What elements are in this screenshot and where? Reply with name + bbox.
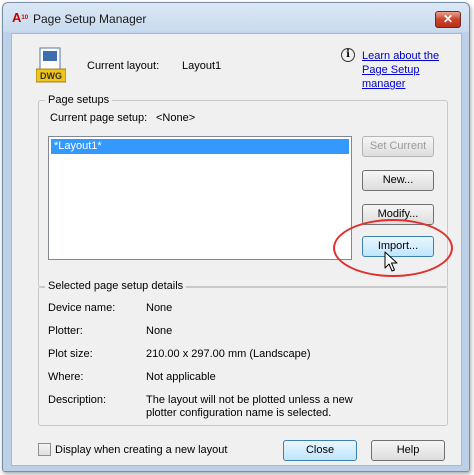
close-button[interactable]: Close (283, 440, 357, 461)
help-button[interactable]: Help (371, 440, 445, 461)
window-close-button[interactable]: ✕ (435, 11, 461, 28)
description-value: The layout will not be plotted unless a … (146, 394, 353, 419)
current-page-setup-value: <None> (156, 112, 196, 124)
plotter-value: None (146, 325, 173, 337)
learn-link-line1[interactable]: Learn about the (362, 49, 461, 63)
list-item[interactable]: *Layout1* (51, 139, 349, 154)
new-button[interactable]: New... (362, 170, 434, 191)
window-title: Page Setup Manager (33, 12, 147, 26)
page-setup-manager-window: A10 Page Setup Manager ✕ DWG Current lay… (2, 2, 470, 472)
current-page-setup-label: Current page setup: (50, 112, 148, 124)
dwg-file-icon: DWG (36, 47, 66, 83)
dwg-icon-text: DWG (40, 71, 62, 81)
current-layout-label: Current layout: (87, 60, 160, 72)
mouse-cursor-icon (384, 251, 398, 272)
plotter-label: Plotter: (48, 325, 83, 337)
set-current-button[interactable]: Set Current (362, 136, 434, 157)
current-layout-value: Layout1 (182, 60, 222, 72)
learn-about-link[interactable]: Learn about the Page Setup manager (362, 49, 461, 91)
where-label: Where: (48, 371, 84, 383)
title-bar[interactable]: A10 Page Setup Manager ✕ (3, 3, 469, 33)
description-label: Description: (48, 394, 107, 406)
page-setups-group-label: Page setups (45, 94, 113, 106)
device-name-label: Device name: (48, 302, 116, 314)
where-value: Not applicable (146, 371, 216, 383)
device-name-value: None (146, 302, 173, 314)
autocad-app-icon: A10 (12, 10, 29, 25)
display-on-new-layout-label[interactable]: Display when creating a new layout (55, 444, 227, 456)
learn-link-line2[interactable]: Page Setup manager (362, 63, 461, 91)
page-setup-list[interactable]: *Layout1* (48, 136, 352, 260)
plot-size-value: 210.00 x 297.00 mm (Landscape) (146, 348, 311, 360)
plot-size-label: Plot size: (48, 348, 93, 360)
details-group-label: Selected page setup details (45, 280, 187, 292)
info-icon[interactable]: i (341, 48, 355, 62)
display-on-new-layout-checkbox[interactable] (38, 443, 51, 456)
dialog-client-area: DWG Current layout: Layout1 i Learn abou… (11, 33, 462, 466)
